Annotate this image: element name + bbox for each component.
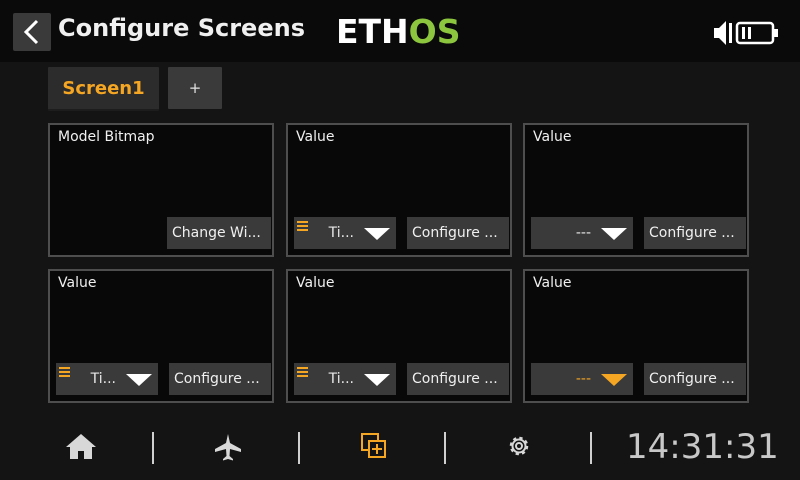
widget-value[interactable]: Value Ti... Configure ... <box>48 269 274 403</box>
caret-down-icon <box>601 374 627 386</box>
configure-widget-button[interactable]: Configure ... <box>169 363 271 395</box>
change-widget-button[interactable]: Change Wi... <box>167 217 271 249</box>
caret-down-icon <box>601 228 627 240</box>
add-screen-button[interactable]: + <box>168 67 222 109</box>
nav-separator <box>298 432 300 464</box>
widget-title: Value <box>296 275 335 291</box>
widget-value[interactable]: Value --- Configure ... <box>523 269 749 403</box>
footer-nav: 14:31:31 <box>0 422 800 480</box>
chevron-left-icon <box>23 19 39 45</box>
widget-value[interactable]: Value --- Configure ... <box>523 123 749 257</box>
clock: 14:31:31 <box>626 427 779 467</box>
status-icons <box>712 18 782 48</box>
brand-logo-part2: OS <box>408 12 461 51</box>
source-select-value: --- <box>575 371 591 387</box>
header-bar: Configure Screens ETHOS <box>0 0 800 62</box>
configure-widget-button[interactable]: Configure ... <box>644 363 746 395</box>
source-select[interactable]: Ti... <box>56 363 158 395</box>
airplane-icon[interactable] <box>212 432 244 462</box>
home-icon[interactable] <box>64 432 98 462</box>
battery-icon <box>735 21 778 45</box>
nav-separator <box>444 432 446 464</box>
configure-widget-button[interactable]: Configure ... <box>407 363 509 395</box>
source-select-value: Ti... <box>328 371 354 387</box>
source-select-value: Ti... <box>90 371 116 387</box>
caret-down-icon <box>126 374 152 386</box>
source-select-value: --- <box>575 225 591 241</box>
source-select-value: Ti... <box>328 225 354 241</box>
back-button[interactable] <box>13 13 51 51</box>
caret-down-icon <box>364 374 390 386</box>
brand-logo-part1: ETH <box>336 12 409 51</box>
widget-title: Value <box>533 275 572 291</box>
widget-title: Value <box>58 275 97 291</box>
configure-widget-button[interactable]: Configure ... <box>644 217 746 249</box>
speaker-icon <box>714 21 732 45</box>
tab-screen1[interactable]: Screen1 <box>48 67 159 111</box>
widget-title: Model Bitmap <box>58 129 155 145</box>
gear-icon[interactable] <box>505 432 533 460</box>
widget-value[interactable]: Value Ti... Configure ... <box>286 269 512 403</box>
screen-config-area: Screen1 + Model Bitmap Change Wi... Valu… <box>0 62 800 422</box>
nav-separator <box>152 432 154 464</box>
timer-source-icon <box>297 367 308 377</box>
widget-title: Value <box>296 129 335 145</box>
source-select[interactable]: Ti... <box>294 217 396 249</box>
source-select[interactable]: Ti... <box>294 363 396 395</box>
source-select[interactable]: --- <box>531 217 633 249</box>
timer-source-icon <box>59 367 70 377</box>
page-title: Configure Screens <box>58 14 305 42</box>
source-select[interactable]: --- <box>531 363 633 395</box>
caret-down-icon <box>364 228 390 240</box>
timer-source-icon <box>297 221 308 231</box>
brand-logo: ETHOS <box>336 12 461 52</box>
configure-widget-button[interactable]: Configure ... <box>407 217 509 249</box>
widget-value[interactable]: Value Ti... Configure ... <box>286 123 512 257</box>
screens-icon[interactable] <box>360 432 388 460</box>
widget-model-bitmap[interactable]: Model Bitmap Change Wi... <box>48 123 274 257</box>
nav-separator <box>590 432 592 464</box>
widget-title: Value <box>533 129 572 145</box>
